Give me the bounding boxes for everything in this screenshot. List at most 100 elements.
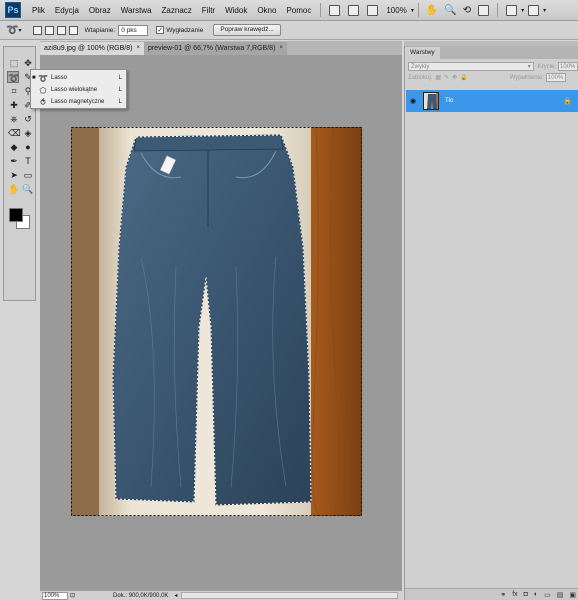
rotate-view-icon[interactable]: ⟲ [463, 5, 471, 16]
chevron-down-icon[interactable]: ▾ [18, 27, 21, 34]
options-bar: ➰ ▾ Wtapianie: 0 pks ✓ Wygładzanie Popra… [0, 21, 578, 40]
layers-tabbar: Warstwy [405, 46, 578, 59]
shortcut-key: L [118, 99, 122, 105]
chevron-down-icon[interactable]: ▾ [411, 7, 414, 14]
blend-mode-select[interactable]: Zwykły ▾ [408, 62, 534, 71]
zoom-tool-icon[interactable]: 🔍 [22, 183, 34, 195]
opacity-input[interactable]: 100% [558, 62, 578, 71]
blur-tool-icon[interactable]: ◆ [8, 141, 20, 153]
separator [417, 3, 419, 17]
layer-style-icon[interactable]: fx [512, 591, 517, 598]
mini-bridge-icon[interactable] [348, 4, 360, 16]
fill-input[interactable]: 100% [545, 73, 566, 82]
horizontal-scrollbar[interactable] [181, 592, 398, 599]
flyout-item-label: Lasso magnetyczne [51, 99, 105, 105]
lasso-tool-icon[interactable]: ➰ [7, 71, 19, 83]
add-mask-icon[interactable]: ◘ [524, 591, 528, 598]
rectangle-tool-icon[interactable]: ▭ [22, 169, 34, 181]
hand-icon[interactable]: ✋ [426, 5, 438, 16]
shortcut-key: L [118, 75, 122, 81]
status-info-icon[interactable]: ⊡ [70, 592, 75, 599]
type-tool-icon[interactable]: T [22, 155, 34, 167]
delete-layer-icon[interactable]: ▣ [569, 591, 576, 599]
lock-pixels-icon[interactable]: ✎ [444, 74, 449, 81]
menu-obraz[interactable]: Obraz [84, 6, 116, 15]
clone-stamp-tool-icon[interactable]: ⎈ [8, 113, 20, 125]
history-brush-tool-icon[interactable]: ↺ [22, 113, 34, 125]
feather-input[interactable]: 0 pks [118, 24, 149, 36]
status-zoom-field[interactable]: 100% [42, 591, 68, 600]
foreground-color-swatch[interactable] [9, 208, 23, 222]
menu-filtr[interactable]: Filtr [197, 6, 220, 15]
view-extras-icon[interactable] [367, 4, 379, 16]
jeans-waistband [133, 134, 284, 152]
separator [497, 3, 499, 17]
close-icon[interactable]: × [136, 42, 140, 55]
lock-transparency-icon[interactable]: ▦ [435, 74, 441, 81]
marquee-tool-icon[interactable]: ⬚ [8, 57, 20, 69]
menu-plik[interactable]: Plik [27, 6, 50, 15]
flyout-item-polygonal-lasso[interactable]: ⬠ Lasso wielokątne L [31, 84, 126, 96]
paint-bucket-tool-icon[interactable]: ◈ [22, 127, 34, 139]
add-to-selection-icon[interactable] [45, 25, 55, 35]
canvas-area[interactable] [40, 55, 402, 590]
path-selection-tool-icon[interactable]: ➤ [8, 169, 20, 181]
close-icon[interactable]: × [279, 42, 283, 55]
feather-label: Wtapianie: [84, 26, 116, 34]
adjustment-layer-icon[interactable]: ◐ [534, 591, 538, 598]
antialias-checkbox[interactable]: ✓ [156, 26, 165, 34]
photoshop-logo: Ps [5, 2, 21, 18]
chevron-down-icon: ▾ [527, 64, 531, 70]
brown-cloth [71, 127, 99, 516]
dodge-tool-icon[interactable]: ● [22, 141, 34, 153]
tab-label: azi8u9.jpg @ 100% (RGB/8) [44, 45, 133, 52]
antialias-label: Wygładzanie [166, 26, 204, 34]
polygonal-lasso-icon: ⬠ [39, 85, 47, 95]
chevron-down-icon[interactable]: ▾ [521, 7, 524, 14]
status-menu-arrow-icon[interactable]: ◂ [174, 592, 177, 599]
menu-zaznacz[interactable]: Zaznacz [157, 6, 197, 15]
lasso-tool-preset-icon[interactable]: ➰ [6, 25, 18, 36]
arrange-documents-icon[interactable] [506, 4, 518, 16]
menu-bar: Ps Plik Edycja Obraz Warstwa Zaznacz Fil… [0, 0, 578, 21]
lock-label: Zablokuj: [408, 74, 433, 81]
lock-position-icon[interactable]: ✥ [452, 74, 457, 81]
menu-edycja[interactable]: Edycja [50, 6, 84, 15]
intersect-selection-icon[interactable] [69, 25, 79, 35]
menu-widok[interactable]: Widok [220, 6, 252, 15]
flyout-item-magnetic-lasso[interactable]: ⥀ Lasso magnetyczne L [31, 96, 126, 108]
menu-okno[interactable]: Okno [252, 6, 281, 15]
grid-icon[interactable] [478, 4, 490, 16]
tab-preview-01[interactable]: preview-01 @ 66,7% (Warstwa 7,RGB/8) × [143, 42, 287, 55]
chevron-down-icon[interactable]: ▾ [543, 7, 546, 14]
bridge-icon[interactable] [329, 4, 341, 16]
menu-pomoc[interactable]: Pomoc [281, 6, 316, 15]
tab-layers[interactable]: Warstwy [405, 47, 440, 59]
link-layers-icon[interactable]: ⚭ [500, 591, 506, 599]
crop-tool-icon[interactable]: ⌗ [8, 85, 20, 97]
move-tool-icon[interactable]: ✥ [22, 57, 34, 69]
layer-name[interactable]: Tło [445, 98, 563, 104]
tab-azi8u9[interactable]: azi8u9.jpg @ 100% (RGB/8) × [40, 42, 144, 55]
layer-row-background[interactable]: ◉ Tło 🔒 [406, 90, 578, 112]
zoom-level-select[interactable]: 100% [386, 6, 406, 15]
subtract-from-selection-icon[interactable] [57, 25, 67, 35]
new-selection-icon[interactable] [33, 25, 43, 35]
zoom-icon[interactable]: 🔍 [444, 5, 456, 16]
eraser-tool-icon[interactable]: ⌫ [8, 127, 21, 139]
refine-edge-button[interactable]: Popraw krawędź... [213, 24, 281, 36]
lock-all-icon[interactable]: 🔒 [460, 74, 467, 81]
healing-brush-tool-icon[interactable]: ✚ [8, 99, 20, 111]
pen-tool-icon[interactable]: ✒ [8, 155, 20, 167]
new-layer-icon[interactable]: ▤ [557, 591, 564, 599]
fill-label: Wypełnienie: [509, 74, 544, 81]
document-image[interactable] [71, 127, 362, 516]
document-size-info: Dok.: 900,0K/900,0K [113, 592, 169, 599]
screen-mode-icon[interactable] [528, 4, 540, 16]
menu-warstwa[interactable]: Warstwa [116, 6, 157, 15]
eye-icon[interactable]: ◉ [407, 97, 419, 105]
new-group-icon[interactable]: ▭ [544, 591, 551, 599]
lock-row: Zablokuj: ▦ ✎ ✥ 🔒 Wypełnienie: 100% [405, 72, 578, 83]
flyout-item-lasso[interactable]: ■ ➰ Lasso L [31, 72, 126, 84]
hand-tool-icon[interactable]: ✋ [8, 183, 20, 195]
